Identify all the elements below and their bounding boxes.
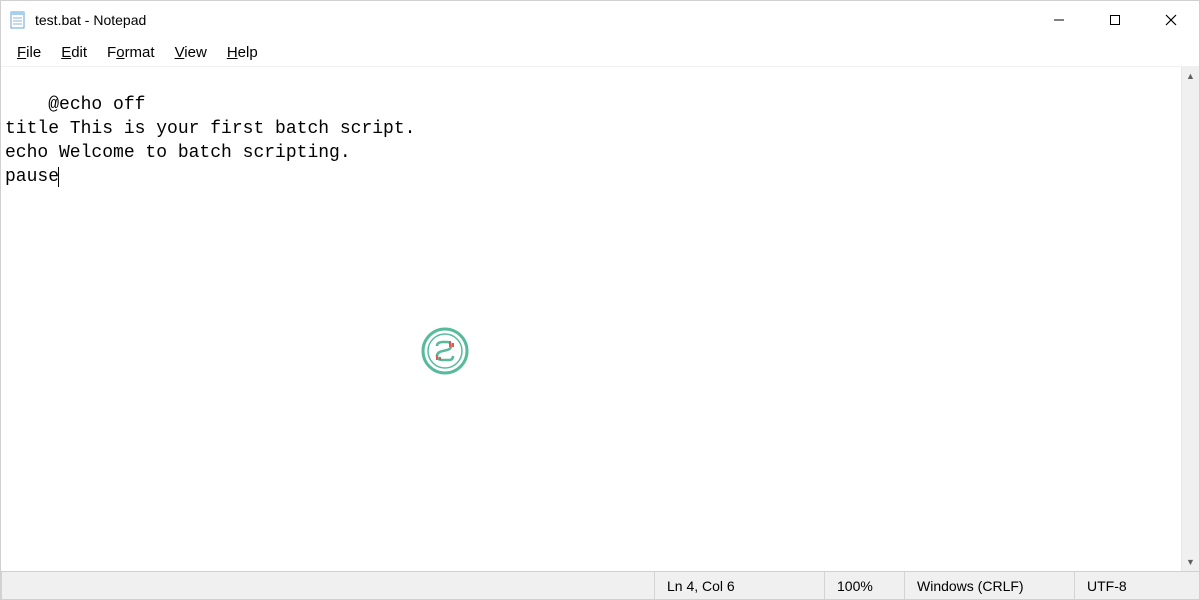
menu-edit[interactable]: Edit: [51, 40, 97, 65]
scroll-up-arrow[interactable]: ▲: [1182, 67, 1199, 85]
statusbar: Ln 4, Col 6 100% Windows (CRLF) UTF-8: [1, 571, 1199, 599]
menubar: File Edit Format View Help: [1, 39, 1199, 67]
vertical-scrollbar[interactable]: ▲ ▼: [1181, 67, 1199, 571]
text-caret: [58, 167, 59, 187]
text-editor[interactable]: @echo off title This is your first batch…: [1, 67, 1181, 571]
scroll-track[interactable]: [1182, 85, 1199, 553]
window-title: test.bat - Notepad: [35, 12, 1031, 28]
menu-format[interactable]: Format: [97, 40, 165, 65]
window-controls: [1031, 1, 1199, 39]
close-button[interactable]: [1143, 1, 1199, 39]
menu-view-rest: iew: [184, 44, 207, 61]
menu-view[interactable]: View: [165, 40, 217, 65]
menu-format-rest: rmat: [125, 44, 155, 61]
menu-file[interactable]: File: [7, 40, 51, 65]
menu-file-rest: ile: [26, 44, 41, 61]
menu-help[interactable]: Help: [217, 40, 268, 65]
editor-container: @echo off title This is your first batch…: [1, 67, 1199, 571]
maximize-button[interactable]: [1087, 1, 1143, 39]
status-line-ending: Windows (CRLF): [904, 572, 1074, 599]
minimize-button[interactable]: [1031, 1, 1087, 39]
notepad-icon: [9, 11, 27, 29]
scroll-down-arrow[interactable]: ▼: [1182, 553, 1199, 571]
menu-help-rest: elp: [238, 44, 258, 61]
status-spacer: [1, 572, 654, 599]
menu-edit-rest: dit: [71, 44, 87, 61]
status-encoding: UTF-8: [1074, 572, 1199, 599]
status-position: Ln 4, Col 6: [654, 572, 824, 599]
editor-content: @echo off title This is your first batch…: [5, 95, 415, 187]
titlebar: test.bat - Notepad: [1, 1, 1199, 39]
status-zoom: 100%: [824, 572, 904, 599]
